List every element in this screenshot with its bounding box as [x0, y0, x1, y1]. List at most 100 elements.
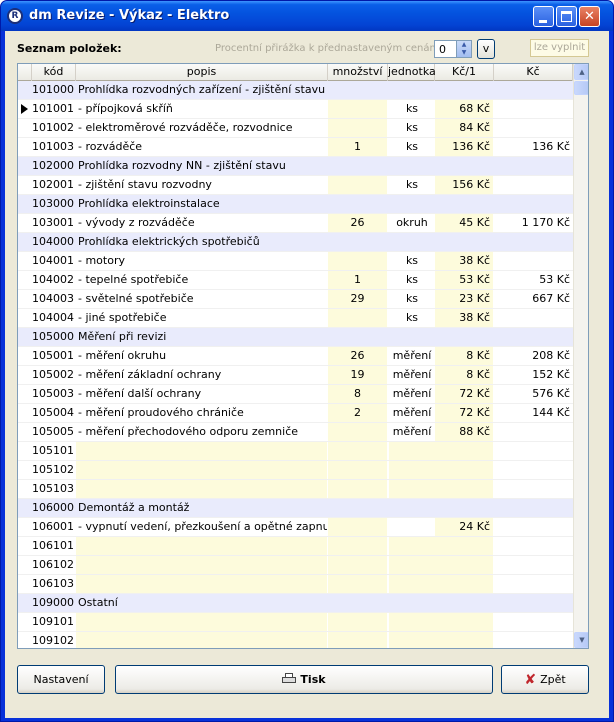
- cell-quantity[interactable]: [328, 442, 387, 460]
- table-row[interactable]: 106001- vypnutí vedení, přezkoušení a op…: [18, 518, 573, 537]
- cell-quantity[interactable]: [328, 119, 387, 137]
- cell-description[interactable]: [76, 575, 327, 593]
- cell-description[interactable]: [76, 461, 327, 479]
- spinner-arrows[interactable]: ▲ ▼: [456, 41, 471, 57]
- header-code[interactable]: kód: [32, 64, 76, 81]
- header-description[interactable]: popis: [76, 64, 328, 81]
- cell-description[interactable]: - tepelné spotřebiče: [76, 271, 327, 289]
- table-row[interactable]: 109101: [18, 613, 573, 632]
- cell-quantity[interactable]: [328, 157, 387, 175]
- table-row[interactable]: 101003- rozváděče 1 ks 136 Kč 136 Kč: [18, 138, 573, 157]
- cell-description[interactable]: [76, 632, 327, 648]
- cell-description[interactable]: - zjištění stavu rozvodny: [76, 176, 327, 194]
- cell-description[interactable]: - měření okruhu: [76, 347, 327, 365]
- cell-quantity[interactable]: 29: [328, 290, 387, 308]
- cell-quantity[interactable]: 26: [328, 214, 387, 232]
- cell-quantity[interactable]: [328, 233, 387, 251]
- cell-description[interactable]: Ostatní: [76, 594, 327, 612]
- table-row[interactable]: 109102: [18, 632, 573, 648]
- settings-button[interactable]: Nastavení: [17, 665, 105, 694]
- cell-quantity[interactable]: 1: [328, 138, 387, 156]
- cell-quantity[interactable]: [328, 81, 387, 99]
- cell-quantity[interactable]: [328, 100, 387, 118]
- cell-quantity[interactable]: [328, 252, 387, 270]
- table-row[interactable]: 106102: [18, 556, 573, 575]
- cell-description[interactable]: Prohlídka elektroinstalace: [76, 195, 327, 213]
- cell-quantity[interactable]: 1: [328, 271, 387, 289]
- group-row[interactable]: 106000 Demontáž a montáž: [18, 499, 573, 518]
- cell-description[interactable]: [76, 442, 327, 460]
- cell-description[interactable]: - světelné spotřebiče: [76, 290, 327, 308]
- cell-description[interactable]: - přípojková skříň: [76, 100, 327, 118]
- cell-description[interactable]: Prohlídka rozvodny NN - zjištění stavu: [76, 157, 327, 175]
- cell-quantity[interactable]: [328, 423, 387, 441]
- table-row[interactable]: 105102: [18, 461, 573, 480]
- cell-quantity[interactable]: [328, 480, 387, 498]
- close-button[interactable]: ✕: [579, 6, 600, 27]
- header-total[interactable]: Kč: [494, 64, 573, 81]
- cell-description[interactable]: [76, 537, 327, 555]
- cell-quantity[interactable]: [328, 499, 387, 517]
- cell-description[interactable]: - jiné spotřebiče: [76, 309, 327, 327]
- table-row[interactable]: 104004- jiné spotřebiče ks 38 Kč: [18, 309, 573, 328]
- scroll-up-icon[interactable]: ▲: [574, 64, 588, 80]
- cell-quantity[interactable]: [328, 328, 387, 346]
- table-row[interactable]: 105002- měření základní ochrany 19 měření 8…: [18, 366, 573, 385]
- cell-quantity[interactable]: [328, 176, 387, 194]
- table-row[interactable]: 106101: [18, 537, 573, 556]
- table-row[interactable]: 105003- měření další ochrany 8 měření 72 Kč…: [18, 385, 573, 404]
- table-row[interactable]: 101001- přípojková skříň ks 68 Kč: [18, 100, 573, 119]
- percent-surcharge-spinner[interactable]: 0 ▲ ▼: [434, 40, 472, 58]
- group-row[interactable]: 104000 Prohlídka elektrických spotřebičů: [18, 233, 573, 252]
- fill-in-button[interactable]: lze vyplnit: [530, 39, 589, 57]
- apply-percent-button[interactable]: v: [477, 39, 495, 59]
- cell-quantity[interactable]: [328, 518, 387, 536]
- cell-quantity[interactable]: [328, 556, 387, 574]
- table-row[interactable]: 104003- světelné spotřebiče 29 ks 23 Kč 667 …: [18, 290, 573, 309]
- cell-description[interactable]: - vypnutí vedení, přezkoušení a opětné z…: [76, 518, 327, 536]
- table-row[interactable]: 105101: [18, 442, 573, 461]
- cell-quantity[interactable]: [328, 575, 387, 593]
- cell-description[interactable]: [76, 613, 327, 631]
- group-row[interactable]: 103000 Prohlídka elektroinstalace: [18, 195, 573, 214]
- maximize-button[interactable]: [556, 6, 577, 27]
- vertical-scrollbar[interactable]: ▲ ▼: [573, 64, 588, 648]
- cell-description[interactable]: - vývody z rozváděče: [76, 214, 327, 232]
- cell-description[interactable]: - měření základní ochrany: [76, 366, 327, 384]
- group-row[interactable]: 102000 Prohlídka rozvodny NN - zjištění s…: [18, 157, 573, 176]
- cell-quantity[interactable]: [328, 594, 387, 612]
- percent-value[interactable]: 0: [439, 43, 446, 56]
- cell-quantity[interactable]: [328, 309, 387, 327]
- table-row[interactable]: 105103: [18, 480, 573, 499]
- group-row[interactable]: 101000 Prohlídka rozvodných zařízení - zj…: [18, 81, 573, 100]
- print-button[interactable]: Tisk: [115, 665, 493, 694]
- spin-down-icon[interactable]: ▼: [457, 49, 471, 57]
- header-unit-price[interactable]: Kč/1: [435, 64, 494, 81]
- table-row[interactable]: 105005- měření přechodového odporu zemni…: [18, 423, 573, 442]
- table-row[interactable]: 101002- elektroměrové rozváděče, rozvodn…: [18, 119, 573, 138]
- cell-description[interactable]: [76, 556, 327, 574]
- group-row[interactable]: 109000 Ostatní: [18, 594, 573, 613]
- table-row[interactable]: 103001- vývody z rozváděče 26 okruh 45 Kč 1 …: [18, 214, 573, 233]
- scroll-thumb[interactable]: [574, 81, 588, 95]
- cell-description[interactable]: - motory: [76, 252, 327, 270]
- table-row[interactable]: 105001- měření okruhu 26 měření 8 Kč 208 Kč: [18, 347, 573, 366]
- cell-quantity[interactable]: [328, 195, 387, 213]
- title-bar[interactable]: R dm Revize - Výkaz - Elektro ✕: [1, 1, 613, 31]
- cell-description[interactable]: Měření při revizi: [76, 328, 327, 346]
- cell-description[interactable]: Prohlídka elektrických spotřebičů: [76, 233, 327, 251]
- cell-quantity[interactable]: 2: [328, 404, 387, 422]
- cell-quantity[interactable]: [328, 632, 387, 648]
- cell-description[interactable]: [76, 480, 327, 498]
- cell-quantity[interactable]: 19: [328, 366, 387, 384]
- cell-description[interactable]: - rozváděče: [76, 138, 327, 156]
- table-row[interactable]: 102001- zjištění stavu rozvodny ks 156 Kč: [18, 176, 573, 195]
- header-unit[interactable]: jednotka: [388, 64, 436, 81]
- cell-description[interactable]: Prohlídka rozvodných zařízení - zjištění…: [76, 81, 327, 99]
- table-row[interactable]: 104001- motory ks 38 Kč: [18, 252, 573, 271]
- cell-description[interactable]: - měření další ochrany: [76, 385, 327, 403]
- back-button[interactable]: ✘ Zpět: [501, 665, 589, 694]
- cell-description[interactable]: Demontáž a montáž: [76, 499, 327, 517]
- cell-quantity[interactable]: 26: [328, 347, 387, 365]
- table-row[interactable]: 104002- tepelné spotřebiče 1 ks 53 Kč 53 Kč: [18, 271, 573, 290]
